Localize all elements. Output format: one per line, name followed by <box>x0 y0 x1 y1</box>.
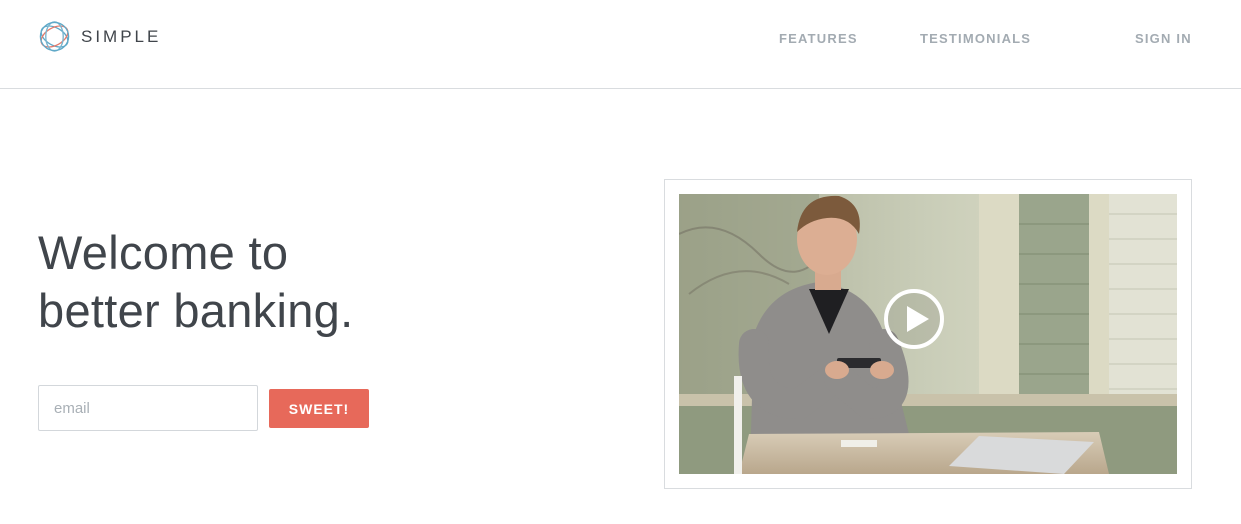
nav-link-sign-in[interactable]: SIGN IN <box>1135 31 1192 46</box>
brand-name: SIMPLE <box>81 26 162 46</box>
hero-heading-line-2: better banking. <box>38 284 354 337</box>
video-frame <box>664 179 1192 489</box>
hero-heading-line-1: Welcome to <box>38 226 289 279</box>
logo-link[interactable]: SIMPLE <box>38 20 161 53</box>
simple-logo-icon <box>39 21 70 52</box>
email-input[interactable] <box>38 385 258 431</box>
site-header: SIMPLE FEATURES TESTIMONIALS SIGN IN <box>0 0 1241 89</box>
nav-link-features[interactable]: FEATURES <box>779 31 858 46</box>
play-circle-icon[interactable] <box>883 288 945 350</box>
nav-link-testimonials[interactable]: TESTIMONIALS <box>920 31 1031 46</box>
sweet-submit-button[interactable]: SWEET! <box>269 389 369 428</box>
hero-heading: Welcome to better banking. <box>38 224 458 340</box>
